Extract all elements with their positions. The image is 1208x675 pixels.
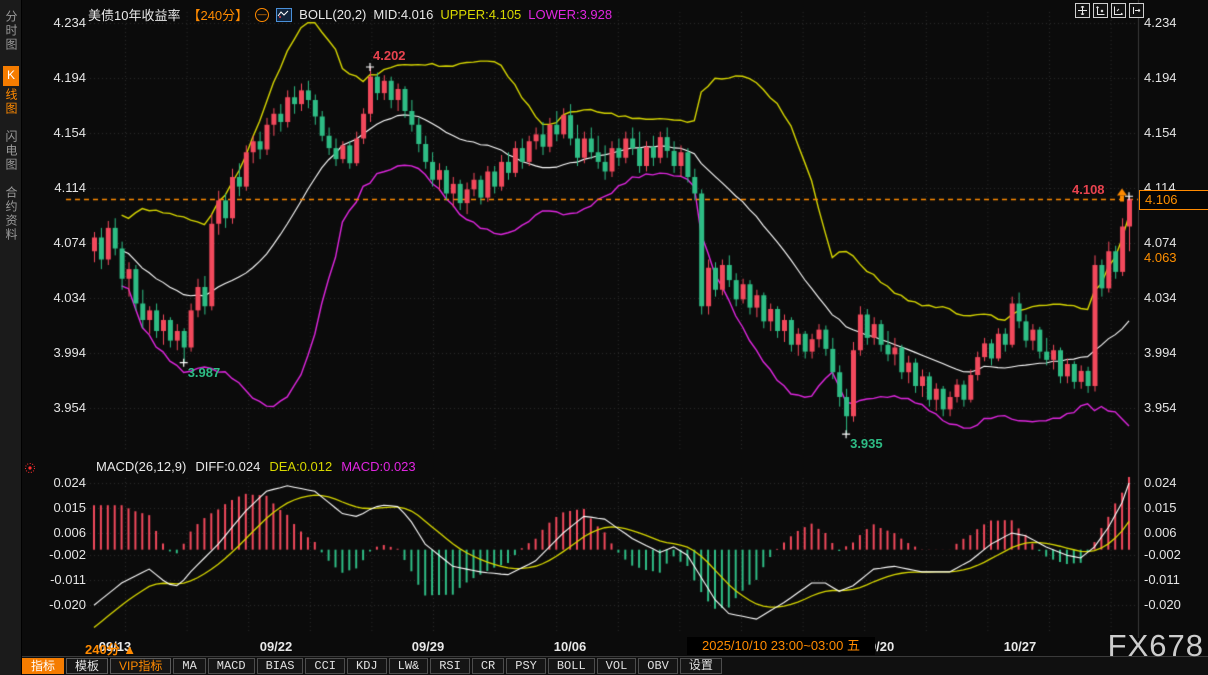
price-tick-left: 4.234 bbox=[24, 15, 86, 30]
toolbar-button-BIAS[interactable]: BIAS bbox=[257, 658, 304, 674]
period-badge: 【240分】 bbox=[187, 5, 248, 24]
price-tick-right: 4.154 bbox=[1144, 125, 1177, 140]
boll-upper-value: UPPER:4.105 bbox=[440, 7, 521, 22]
sidebar-item-flash-chart[interactable]: 闪电图 bbox=[3, 130, 20, 172]
macd-diff-value: DIFF:0.024 bbox=[195, 459, 260, 474]
price-tick-left: 4.114 bbox=[24, 180, 86, 195]
chart-header: 美债10年收益率 【240分】 — BOLL(20,2) MID:4.016 U… bbox=[88, 5, 612, 24]
macd-tick-right: -0.011 bbox=[1144, 572, 1180, 587]
price-tick-right: 3.994 bbox=[1144, 345, 1177, 360]
sidebar-item-contract-info[interactable]: 合约资料 bbox=[3, 186, 20, 242]
reference-price-label: 4.063 bbox=[1144, 250, 1177, 265]
price-tick-left: 3.954 bbox=[24, 400, 86, 415]
macd-tick-right: -0.020 bbox=[1144, 597, 1181, 612]
settings-icon[interactable]: — bbox=[255, 8, 269, 22]
crosshair-date-readout: 2025/10/10 23:00~03:00 五 bbox=[687, 637, 875, 655]
toolbar-button-设置[interactable]: 设置 bbox=[680, 658, 722, 674]
boll-lower-value: LOWER:3.928 bbox=[528, 7, 612, 22]
macd-tick-left: -0.011 bbox=[24, 572, 86, 587]
toolbar-button-KDJ[interactable]: KDJ bbox=[347, 658, 387, 674]
price-tick-right: 4.034 bbox=[1144, 290, 1177, 305]
macd-panel-icon[interactable] bbox=[24, 461, 36, 479]
mini-chart-icon[interactable] bbox=[276, 8, 292, 22]
price-tick-right: 3.954 bbox=[1144, 400, 1177, 415]
price-tick-left: 4.194 bbox=[24, 70, 86, 85]
chart-tools-group bbox=[1075, 3, 1144, 18]
macd-indicator-label: MACD(26,12,9) bbox=[96, 459, 186, 474]
trading-app-window: { "header": { "title": "美债10年收益率", "peri… bbox=[0, 0, 1208, 675]
kline-active-char: K bbox=[3, 66, 19, 86]
price-tick-left: 3.994 bbox=[24, 345, 86, 360]
scale-left-tool-icon[interactable] bbox=[1093, 3, 1108, 18]
annotation-peak-price: 4.202 bbox=[373, 48, 406, 63]
toolbar-button-CCI[interactable]: CCI bbox=[305, 658, 345, 674]
candlestick-chart[interactable] bbox=[22, 0, 1140, 638]
instrument-title: 美债10年收益率 bbox=[88, 5, 180, 24]
date-label: 09/29 bbox=[383, 639, 473, 654]
toolbar-button-PSY[interactable]: PSY bbox=[506, 658, 546, 674]
macd-tick-right: 0.006 bbox=[1144, 525, 1177, 540]
toolbar-button-RSI[interactable]: RSI bbox=[430, 658, 470, 674]
price-tick-right: 4.074 bbox=[1144, 235, 1177, 250]
toolbar-button-指标[interactable]: 指标 bbox=[22, 658, 64, 674]
kline-active-rest: 线图 bbox=[4, 88, 18, 116]
annotation-latest-high: 4.108 bbox=[1072, 182, 1105, 197]
toolbar-button-MA[interactable]: MA bbox=[173, 658, 205, 674]
period-indicator[interactable]: 240分 ▲ bbox=[85, 639, 136, 658]
price-tick-right: 4.194 bbox=[1144, 70, 1177, 85]
toolbar-button-VOL[interactable]: VOL bbox=[597, 658, 637, 674]
sidebar-item-kline-chart[interactable]: K线图 bbox=[3, 66, 20, 116]
price-tick-right: 4.234 bbox=[1144, 15, 1177, 30]
toolbar-button-BOLL[interactable]: BOLL bbox=[548, 658, 595, 674]
macd-dea-value: DEA:0.012 bbox=[269, 459, 332, 474]
macd-tick-left: 0.015 bbox=[24, 500, 86, 515]
toolbar-button-CR[interactable]: CR bbox=[472, 658, 504, 674]
macd-tick-left: -0.020 bbox=[24, 597, 86, 612]
toolbar-button-模板[interactable]: 模板 bbox=[66, 658, 108, 674]
macd-macd-value: MACD:0.023 bbox=[341, 459, 415, 474]
annotation-low-price-2: 3.935 bbox=[850, 436, 883, 451]
macd-tick-right: 0.015 bbox=[1144, 500, 1177, 515]
x-axis-row: 09/1309/2209/2910/0610/2010/272025/10/10… bbox=[22, 637, 1208, 656]
boll-mid-value: MID:4.016 bbox=[373, 7, 433, 22]
date-label: 10/06 bbox=[525, 639, 615, 654]
macd-panel-header: MACD(26,12,9) DIFF:0.024 DEA:0.012 MACD:… bbox=[96, 459, 416, 474]
price-tick-left: 4.034 bbox=[24, 290, 86, 305]
scale-right-tool-icon[interactable] bbox=[1111, 3, 1126, 18]
macd-tick-left: -0.002 bbox=[24, 547, 86, 562]
toolbar-button-MACD[interactable]: MACD bbox=[208, 658, 255, 674]
toolbar-button-VIP指标[interactable]: VIP指标 bbox=[110, 658, 171, 674]
toolbar-button-LW&[interactable]: LW& bbox=[389, 658, 429, 674]
left-price-axis: 4.234 4.194 4.154 4.114 4.074 4.034 3.994 3.954… bbox=[24, 0, 86, 638]
macd-tick-right: 0.024 bbox=[1144, 475, 1177, 490]
date-label: 10/27 bbox=[975, 639, 1065, 654]
current-price-box: 4.106 bbox=[1139, 190, 1208, 210]
pan-right-tool-icon[interactable] bbox=[1129, 3, 1144, 18]
crosshair-tool-icon[interactable] bbox=[1075, 3, 1090, 18]
toolbar-button-OBV[interactable]: OBV bbox=[638, 658, 678, 674]
annotation-low-price-1: 3.987 bbox=[188, 365, 221, 380]
sidebar-item-timeline-chart[interactable]: 分时图 bbox=[3, 10, 20, 52]
macd-tick-left: 0.006 bbox=[24, 525, 86, 540]
chart-type-sidebar: 分时图 K线图 闪电图 合约资料 bbox=[0, 0, 22, 675]
price-tick-left: 4.154 bbox=[24, 125, 86, 140]
indicator-toolbar: 指标模板VIP指标MAMACDBIASCCIKDJLW&RSICRPSYBOLL… bbox=[22, 656, 1208, 675]
boll-indicator-label: BOLL(20,2) bbox=[299, 7, 366, 22]
price-tick-left: 4.074 bbox=[24, 235, 86, 250]
right-price-axis: 4.2344.1944.1544.1144.0744.0343.9943.954… bbox=[1144, 0, 1208, 638]
date-label: 09/22 bbox=[231, 639, 321, 654]
macd-tick-right: -0.002 bbox=[1144, 547, 1181, 562]
